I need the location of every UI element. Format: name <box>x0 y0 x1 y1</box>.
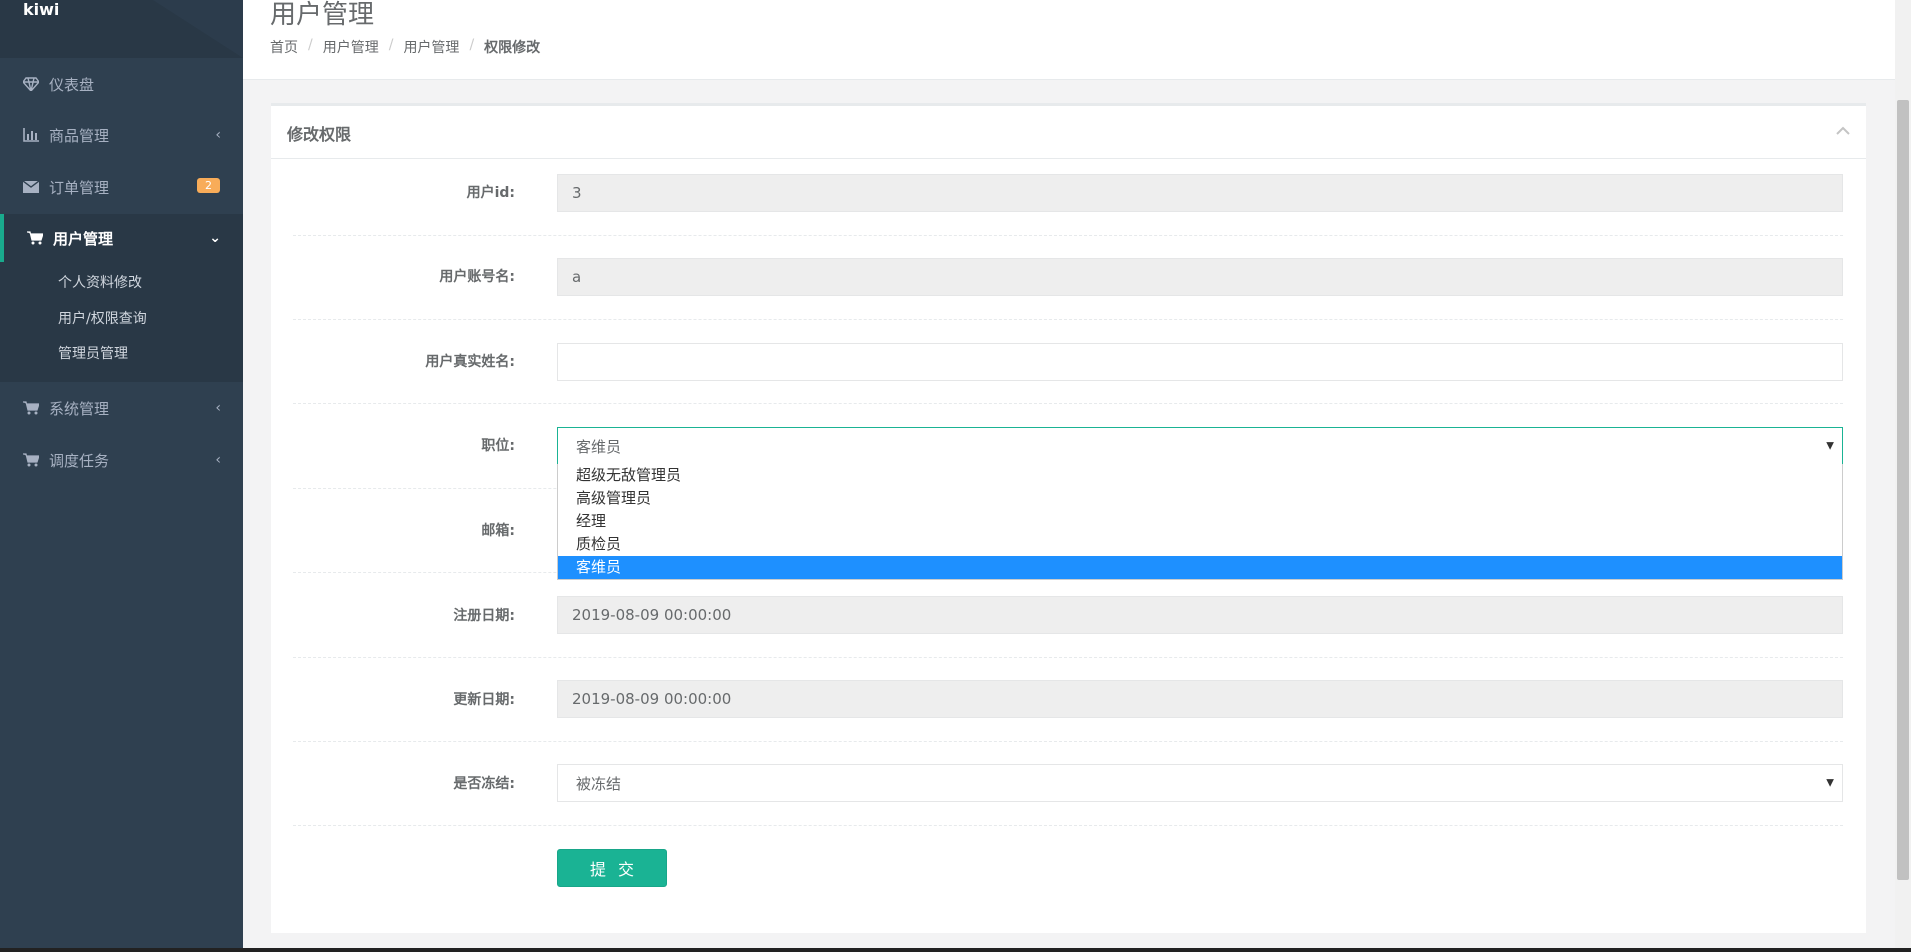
submenu-admins[interactable]: 管理员管理 <box>58 343 128 363</box>
page-heading: 用户管理 首页 / 用户管理 / 用户管理 / 权限修改 <box>243 0 1895 80</box>
nav-label: 调度任务 <box>49 451 110 470</box>
page-title: 用户管理 <box>270 0 375 30</box>
dropdown-arrow-icon: ▼ <box>1826 440 1834 452</box>
nav-products[interactable]: 商品管理 ‹ <box>0 111 243 159</box>
nav-label: 仪表盘 <box>49 75 95 94</box>
cart-icon <box>23 400 39 416</box>
panel-title: 修改权限 <box>287 125 352 144</box>
reg-date-value: 2019-08-09 00:00:00 <box>572 606 732 624</box>
update-date-field[interactable]: 2019-08-09 00:00:00 <box>557 680 1843 718</box>
chevron-up-icon[interactable] <box>1836 126 1850 136</box>
breadcrumb-separator: / <box>308 37 313 53</box>
frozen-label: 是否冻结: <box>453 776 515 792</box>
position-option-selected[interactable]: 客维员 <box>558 556 1842 579</box>
envelope-icon <box>23 179 39 195</box>
reg-date-label: 注册日期: <box>453 608 515 624</box>
nav-label: 系统管理 <box>49 399 110 418</box>
frozen-select[interactable]: 被冻结 ▼ <box>557 764 1843 802</box>
update-date-label: 更新日期: <box>453 692 515 708</box>
position-option[interactable]: 超级无敌管理员 <box>558 464 1842 487</box>
panel-header: 修改权限 <box>271 106 1866 159</box>
submenu-profile[interactable]: 个人资料修改 <box>58 272 142 292</box>
diamond-icon <box>23 76 39 92</box>
order-count-badge: 2 <box>197 178 220 193</box>
update-date-value: 2019-08-09 00:00:00 <box>572 690 732 708</box>
breadcrumb-item[interactable]: 用户管理 <box>323 37 379 57</box>
sidebar-header: kiwi <box>0 0 243 58</box>
chevron-down-icon: ⌄ <box>209 230 221 246</box>
nav-users[interactable]: 用户管理 ⌄ <box>0 214 243 262</box>
position-select[interactable]: 客维员 ▼ <box>557 427 1843 465</box>
breadcrumb-current: 权限修改 <box>484 40 541 56</box>
real-name-label: 用户真实姓名: <box>425 354 515 370</box>
chevron-left-icon: ‹ <box>215 127 221 143</box>
chevron-left-icon: ‹ <box>215 400 221 416</box>
user-id-label: 用户id: <box>466 185 515 201</box>
position-value: 客维员 <box>576 437 622 456</box>
nav-label: 订单管理 <box>49 178 110 197</box>
cart-icon <box>27 230 43 246</box>
breadcrumb-separator: / <box>469 37 475 53</box>
user-id-field[interactable]: 3 <box>557 174 1843 212</box>
breadcrumb-home[interactable]: 首页 <box>270 37 298 57</box>
brand-name[interactable]: kiwi <box>23 0 59 19</box>
bar-chart-icon <box>23 127 39 143</box>
submit-button[interactable]: 提交 <box>557 849 667 887</box>
nav-label: 用户管理 <box>53 229 114 248</box>
reg-date-field[interactable]: 2019-08-09 00:00:00 <box>557 596 1843 634</box>
account-label: 用户账号名: <box>439 269 515 285</box>
chevron-left-icon: ‹ <box>215 452 221 468</box>
account-field[interactable]: a <box>557 258 1843 296</box>
email-label: 邮箱: <box>481 523 515 539</box>
position-option[interactable]: 质检员 <box>558 533 1842 556</box>
frozen-value: 被冻结 <box>576 774 622 793</box>
nav-dashboard[interactable]: 仪表盘 <box>0 60 243 108</box>
real-name-field[interactable] <box>557 343 1843 381</box>
page-scrollbar[interactable] <box>1895 0 1911 952</box>
nav-label: 商品管理 <box>49 126 110 145</box>
nav-orders[interactable]: 订单管理 2 <box>0 163 243 211</box>
user-id-value: 3 <box>572 184 582 202</box>
position-option[interactable]: 经理 <box>558 510 1842 533</box>
submenu-permissions[interactable]: 用户/权限查询 <box>58 308 147 328</box>
breadcrumb-separator: / <box>388 37 394 53</box>
scrollbar-thumb[interactable] <box>1897 100 1909 880</box>
cart-icon <box>23 452 39 468</box>
nav-scheduler[interactable]: 调度任务 ‹ <box>0 436 243 484</box>
position-label: 职位: <box>481 438 515 454</box>
position-option[interactable]: 高级管理员 <box>558 487 1842 510</box>
user-submenu: 个人资料修改 用户/权限查询 管理员管理 <box>0 262 243 382</box>
nav-system[interactable]: 系统管理 ‹ <box>0 384 243 432</box>
account-value: a <box>572 268 582 286</box>
breadcrumb: 首页 / 用户管理 / 用户管理 / 权限修改 <box>270 37 550 57</box>
breadcrumb-item[interactable]: 用户管理 <box>403 37 459 57</box>
dropdown-arrow-icon: ▼ <box>1826 777 1834 789</box>
position-options-list: 超级无敌管理员 高级管理员 经理 质检员 客维员 <box>557 464 1843 580</box>
sidebar: kiwi 仪表盘 商品管理 ‹ 订单管理 2 用户管理 ⌄ 个人资料修改 用户/… <box>0 0 243 952</box>
